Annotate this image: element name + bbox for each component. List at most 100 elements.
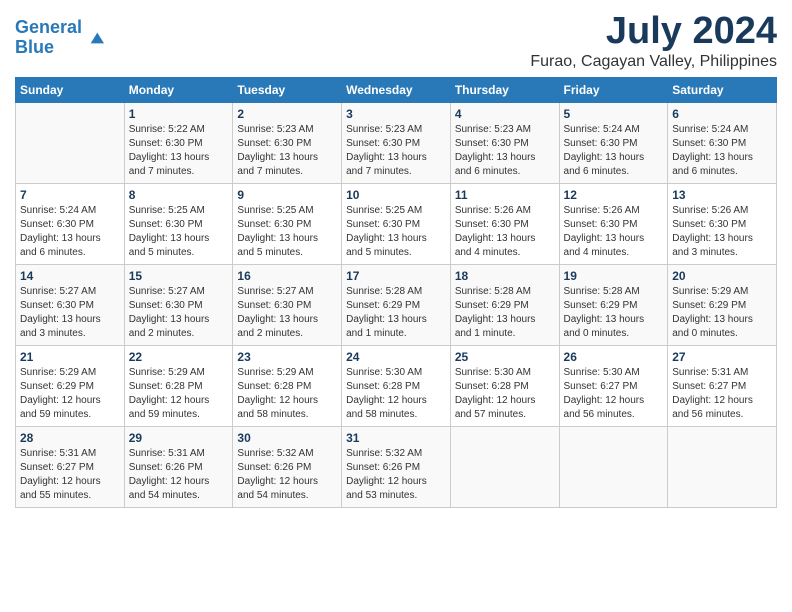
calendar-cell [16, 103, 125, 184]
cell-info: Sunrise: 5:28 AMSunset: 6:29 PMDaylight:… [346, 285, 446, 341]
day-number: 22 [129, 350, 229, 364]
calendar-row: 14 Sunrise: 5:27 AMSunset: 6:30 PMDayligh… [16, 265, 777, 346]
calendar-cell: 17 Sunrise: 5:28 AMSunset: 6:29 PMDayligh… [342, 265, 451, 346]
calendar-cell: 18 Sunrise: 5:28 AMSunset: 6:29 PMDayligh… [450, 265, 559, 346]
calendar-cell: 31 Sunrise: 5:32 AMSunset: 6:26 PMDayligh… [342, 427, 451, 508]
weekday-header-cell: Wednesday [342, 78, 451, 103]
day-number: 8 [129, 188, 229, 202]
calendar-cell: 21 Sunrise: 5:29 AMSunset: 6:29 PMDayligh… [16, 346, 125, 427]
calendar-cell: 3Sunrise: 5:23 AMSunset: 6:30 PMDaylight… [342, 103, 451, 184]
calendar-cell: 30 Sunrise: 5:32 AMSunset: 6:26 PMDayligh… [233, 427, 342, 508]
calendar-cell: 10Sunrise: 5:25 AMSunset: 6:30 PMDayligh… [342, 184, 451, 265]
day-number: 6 [672, 107, 772, 121]
day-number: 19 [564, 269, 664, 283]
weekday-header-row: SundayMondayTuesdayWednesdayThursdayFrid… [16, 78, 777, 103]
calendar-cell: 27Sunrise: 5:31 AMSunset: 6:27 PMDayligh… [668, 346, 777, 427]
cell-info: Sunrise: 5:31 AMSunset: 6:27 PMDaylight:… [20, 447, 120, 503]
cell-info: Sunrise: 5:27 AMSunset: 6:30 PMDaylight:… [129, 285, 229, 341]
cell-info: Sunrise: 5:30 AMSunset: 6:28 PMDaylight:… [346, 366, 446, 422]
weekday-header-cell: Sunday [16, 78, 125, 103]
day-number: 29 [129, 431, 229, 445]
calendar-row: 7 Sunrise: 5:24 AMSunset: 6:30 PMDaylight… [16, 184, 777, 265]
day-number: 9 [237, 188, 337, 202]
calendar-cell: 14 Sunrise: 5:27 AMSunset: 6:30 PMDayligh… [16, 265, 125, 346]
calendar-cell [450, 427, 559, 508]
day-number: 11 [455, 188, 555, 202]
cell-info: Sunrise: 5:25 AMSunset: 6:30 PMDaylight:… [129, 204, 229, 260]
calendar-cell: 5 Sunrise: 5:24 AMSunset: 6:30 PMDaylight… [559, 103, 668, 184]
day-number: 18 [455, 269, 555, 283]
day-number: 15 [129, 269, 229, 283]
day-number: 30 [237, 431, 337, 445]
calendar-table: SundayMondayTuesdayWednesdayThursdayFrid… [15, 77, 777, 508]
logo-icon [84, 28, 104, 48]
weekday-header-cell: Tuesday [233, 78, 342, 103]
cell-info: Sunrise: 5:28 AMSunset: 6:29 PMDaylight:… [455, 285, 555, 341]
cell-info: Sunrise: 5:32 AMSunset: 6:26 PMDaylight:… [346, 447, 446, 503]
calendar-cell: 6 Sunrise: 5:24 AMSunset: 6:30 PMDaylight… [668, 103, 777, 184]
day-number: 20 [672, 269, 772, 283]
day-number: 28 [20, 431, 120, 445]
cell-info: Sunrise: 5:24 AMSunset: 6:30 PMDaylight:… [564, 123, 664, 179]
day-number: 14 [20, 269, 120, 283]
day-number: 2 [237, 107, 337, 121]
cell-info: Sunrise: 5:31 AMSunset: 6:26 PMDaylight:… [129, 447, 229, 503]
subtitle: Furao, Cagayan Valley, Philippines [530, 53, 777, 71]
calendar-cell: 25Sunrise: 5:30 AMSunset: 6:28 PMDayligh… [450, 346, 559, 427]
day-number: 17 [346, 269, 446, 283]
calendar-cell: 23Sunrise: 5:29 AMSunset: 6:28 PMDayligh… [233, 346, 342, 427]
day-number: 21 [20, 350, 120, 364]
weekday-header-cell: Friday [559, 78, 668, 103]
calendar-cell: 15 Sunrise: 5:27 AMSunset: 6:30 PMDayligh… [124, 265, 233, 346]
logo: General Blue [15, 18, 104, 58]
cell-info: Sunrise: 5:29 AMSunset: 6:29 PMDaylight:… [20, 366, 120, 422]
cell-info: Sunrise: 5:22 AMSunset: 6:30 PMDaylight:… [129, 123, 229, 179]
calendar-cell: 29 Sunrise: 5:31 AMSunset: 6:26 PMDayligh… [124, 427, 233, 508]
day-number: 31 [346, 431, 446, 445]
cell-info: Sunrise: 5:26 AMSunset: 6:30 PMDaylight:… [672, 204, 772, 260]
calendar-cell: 28 Sunrise: 5:31 AMSunset: 6:27 PMDayligh… [16, 427, 125, 508]
calendar-row: 28 Sunrise: 5:31 AMSunset: 6:27 PMDayligh… [16, 427, 777, 508]
page-header: General Blue July 2024 Furao, Cagayan Va… [15, 10, 777, 71]
cell-info: Sunrise: 5:25 AMSunset: 6:30 PMDaylight:… [237, 204, 337, 260]
cell-info: Sunrise: 5:30 AMSunset: 6:28 PMDaylight:… [455, 366, 555, 422]
calendar-body: 1 Sunrise: 5:22 AMSunset: 6:30 PMDaylight… [16, 103, 777, 508]
cell-info: Sunrise: 5:29 AMSunset: 6:28 PMDaylight:… [129, 366, 229, 422]
day-number: 12 [564, 188, 664, 202]
title-block: July 2024 Furao, Cagayan Valley, Philipp… [530, 10, 777, 71]
cell-info: Sunrise: 5:24 AMSunset: 6:30 PMDaylight:… [672, 123, 772, 179]
day-number: 13 [672, 188, 772, 202]
calendar-cell: 9 Sunrise: 5:25 AMSunset: 6:30 PMDaylight… [233, 184, 342, 265]
day-number: 5 [564, 107, 664, 121]
calendar-cell: 13 Sunrise: 5:26 AMSunset: 6:30 PMDayligh… [668, 184, 777, 265]
cell-info: Sunrise: 5:32 AMSunset: 6:26 PMDaylight:… [237, 447, 337, 503]
day-number: 1 [129, 107, 229, 121]
calendar-cell: 22 Sunrise: 5:29 AMSunset: 6:28 PMDayligh… [124, 346, 233, 427]
calendar-cell: 19Sunrise: 5:28 AMSunset: 6:29 PMDayligh… [559, 265, 668, 346]
calendar-row: 1 Sunrise: 5:22 AMSunset: 6:30 PMDaylight… [16, 103, 777, 184]
calendar-cell [668, 427, 777, 508]
cell-info: Sunrise: 5:24 AMSunset: 6:30 PMDaylight:… [20, 204, 120, 260]
calendar-cell: 24Sunrise: 5:30 AMSunset: 6:28 PMDayligh… [342, 346, 451, 427]
day-number: 10 [346, 188, 446, 202]
cell-info: Sunrise: 5:30 AMSunset: 6:27 PMDaylight:… [564, 366, 664, 422]
weekday-header-cell: Thursday [450, 78, 559, 103]
calendar-cell: 20Sunrise: 5:29 AMSunset: 6:29 PMDayligh… [668, 265, 777, 346]
main-title: July 2024 [530, 10, 777, 53]
calendar-cell: 4Sunrise: 5:23 AMSunset: 6:30 PMDaylight… [450, 103, 559, 184]
calendar-cell: 26Sunrise: 5:30 AMSunset: 6:27 PMDayligh… [559, 346, 668, 427]
calendar-cell: 12 Sunrise: 5:26 AMSunset: 6:30 PMDayligh… [559, 184, 668, 265]
day-number: 16 [237, 269, 337, 283]
weekday-header-cell: Monday [124, 78, 233, 103]
day-number: 27 [672, 350, 772, 364]
calendar-cell: 16Sunrise: 5:27 AMSunset: 6:30 PMDayligh… [233, 265, 342, 346]
calendar-cell [559, 427, 668, 508]
cell-info: Sunrise: 5:23 AMSunset: 6:30 PMDaylight:… [346, 123, 446, 179]
cell-info: Sunrise: 5:27 AMSunset: 6:30 PMDaylight:… [20, 285, 120, 341]
cell-info: Sunrise: 5:26 AMSunset: 6:30 PMDaylight:… [564, 204, 664, 260]
cell-info: Sunrise: 5:26 AMSunset: 6:30 PMDaylight:… [455, 204, 555, 260]
cell-info: Sunrise: 5:29 AMSunset: 6:28 PMDaylight:… [237, 366, 337, 422]
day-number: 7 [20, 188, 120, 202]
logo-text: General Blue [15, 18, 82, 58]
calendar-cell: 7 Sunrise: 5:24 AMSunset: 6:30 PMDaylight… [16, 184, 125, 265]
